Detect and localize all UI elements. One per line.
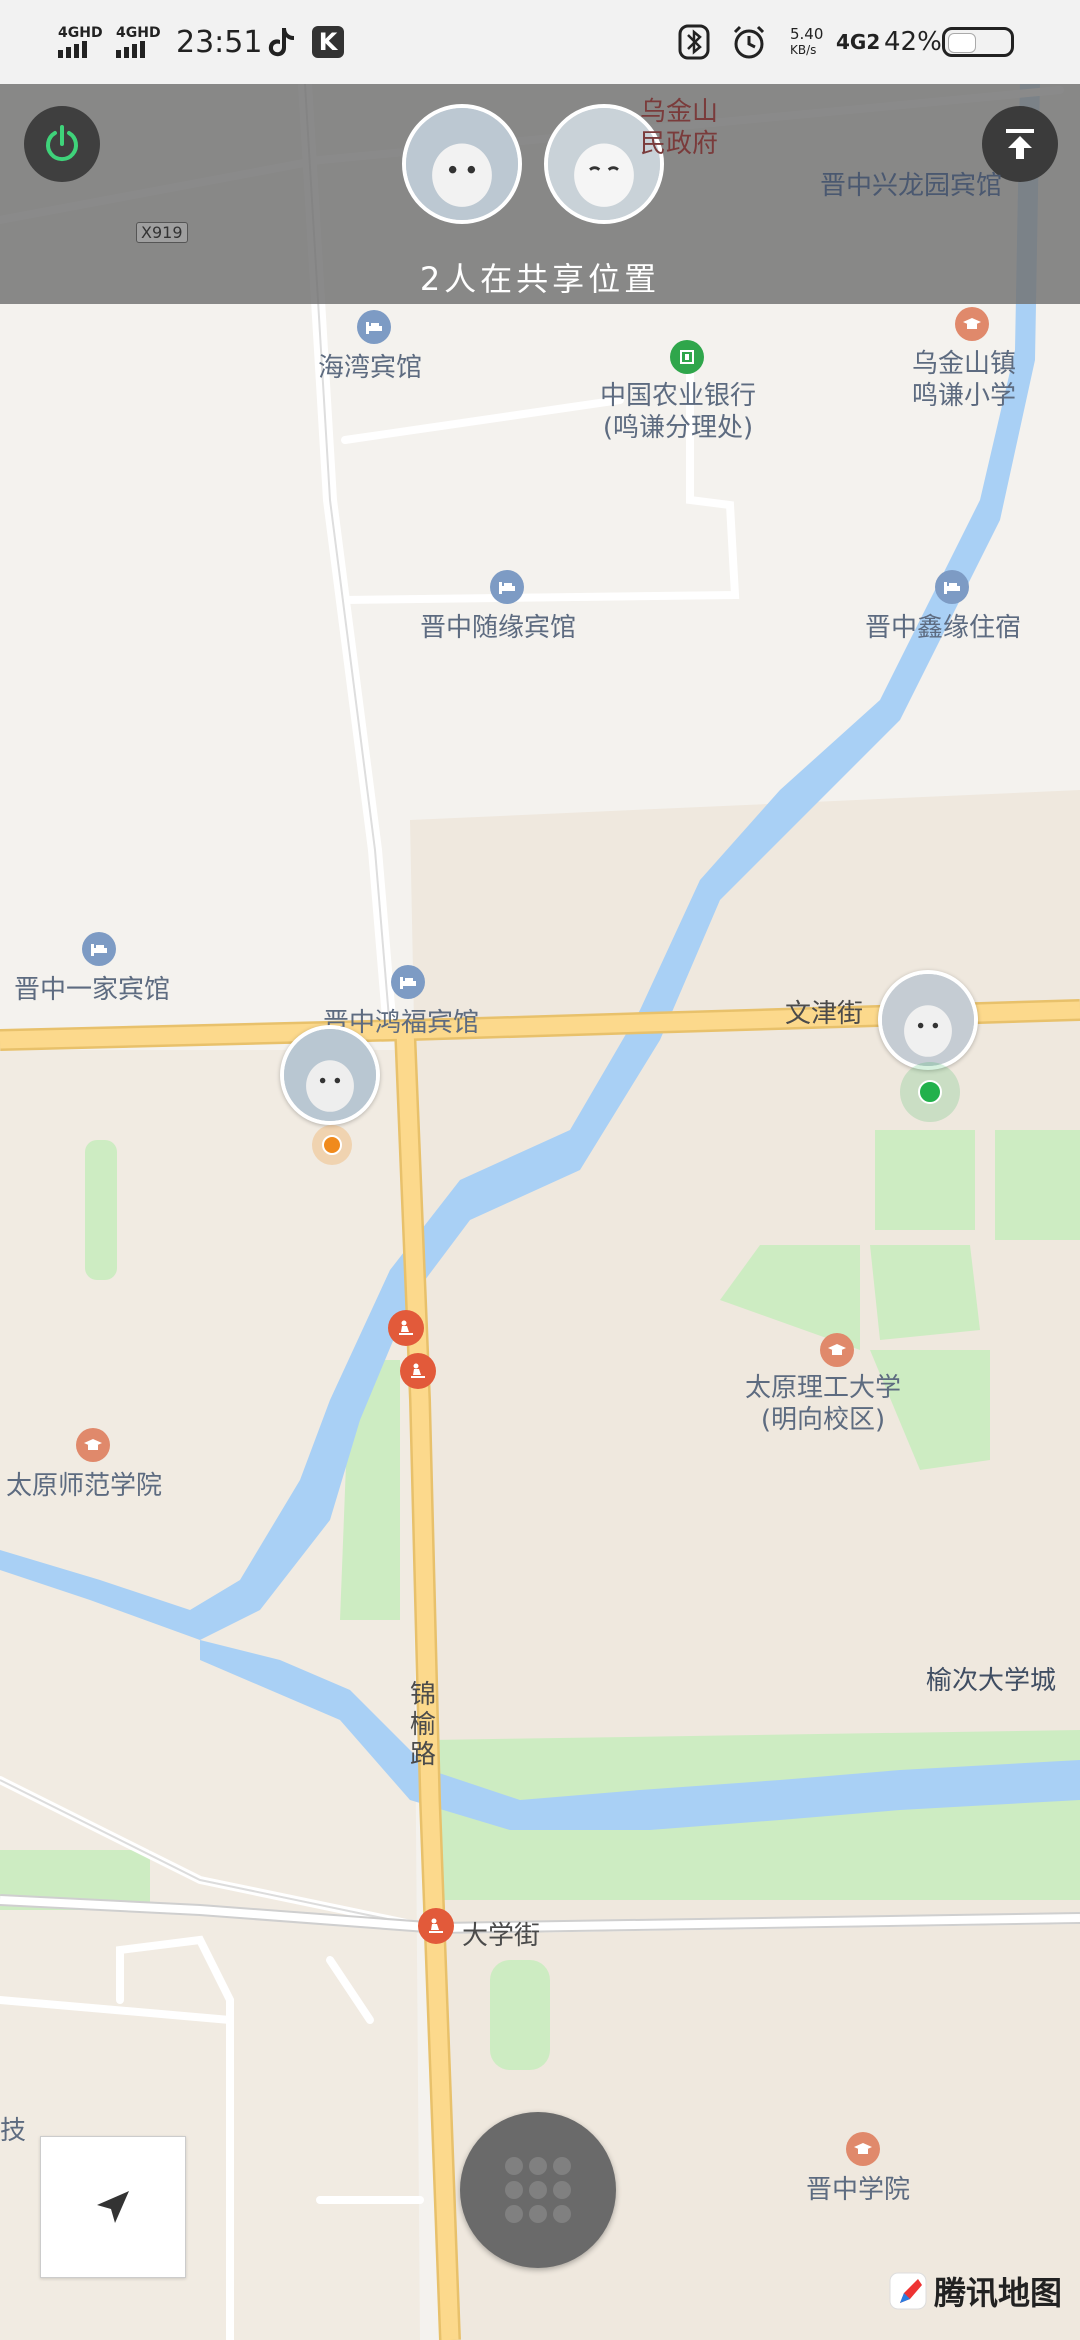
street-label-jinyu-3: 路 bbox=[410, 1740, 437, 1770]
school-icon bbox=[820, 1333, 854, 1367]
speed-unit: KB/s bbox=[790, 43, 817, 57]
participant-avatar-1[interactable] bbox=[402, 104, 522, 224]
signal-indicator-2: 4GHD bbox=[116, 0, 161, 84]
battery-percent: 42% bbox=[884, 27, 942, 57]
bluetooth-icon bbox=[676, 0, 712, 84]
map-label-mingqian-school: 鸣谦小学 bbox=[912, 381, 1017, 411]
menu-button[interactable] bbox=[460, 2112, 616, 2268]
signal-label: 4GHD bbox=[116, 25, 161, 41]
map-label-tyut[interactable]: 太原理工大学 (明向校区) bbox=[745, 1372, 901, 1436]
construction-icon bbox=[400, 1353, 436, 1389]
map-label-abc-bank[interactable]: 中国农业银行 (鸣谦分理处) bbox=[600, 380, 756, 444]
k-app-icon: K bbox=[312, 0, 344, 84]
grid-dots-icon bbox=[505, 2157, 571, 2223]
map-label-xinglong[interactable]: 晋中兴龙园宾馆 bbox=[820, 170, 1002, 202]
map-label-gov-line1: 乌金山 bbox=[640, 97, 719, 127]
hotel-icon bbox=[391, 965, 425, 999]
map-label-normal-university[interactable]: 太原师范学院 bbox=[6, 1470, 162, 1502]
area-label-yuci-city: 榆次大学城 bbox=[926, 1666, 1057, 1696]
brand-logo: 腾讯地图 bbox=[888, 2268, 1062, 2314]
map-label-abc-bank-branch: (鸣谦分理处) bbox=[602, 413, 754, 443]
my-location-button[interactable] bbox=[40, 2136, 186, 2278]
bank-icon bbox=[670, 340, 704, 374]
map-label-gov-partial: 乌金山 民政府 bbox=[640, 96, 718, 160]
network-type: 4G2 bbox=[836, 30, 881, 54]
street-label-daxue: 大学街 bbox=[462, 1921, 541, 1951]
map-label-tyut-campus: (明向校区) bbox=[760, 1405, 886, 1435]
map-label-yijia[interactable]: 晋中一家宾馆 bbox=[14, 974, 170, 1006]
map-label-wujinshan-school[interactable]: 乌金山镇 鸣谦小学 bbox=[912, 348, 1016, 412]
power-icon bbox=[46, 125, 78, 162]
signal-label: 4GHD bbox=[58, 25, 103, 41]
street-label-jinyu-2: 榆 bbox=[410, 1710, 437, 1740]
construction-icon bbox=[418, 1908, 454, 1944]
map-label-tyut-name: 太原理工大学 bbox=[745, 1373, 902, 1403]
map-label-abc-bank-name: 中国农业银行 bbox=[600, 381, 757, 411]
navigation-arrow-icon bbox=[97, 2191, 129, 2223]
avatar bbox=[878, 970, 978, 1070]
arrow-up-to-top-icon bbox=[1006, 129, 1034, 159]
school-icon bbox=[846, 2132, 880, 2166]
brand-name: 腾讯地图 bbox=[934, 2274, 1063, 2312]
battery-icon bbox=[942, 0, 1014, 84]
power-button[interactable] bbox=[24, 106, 100, 182]
signal-bars-icon bbox=[116, 40, 145, 58]
school-icon bbox=[955, 307, 989, 341]
map-label-suiyuan[interactable]: 晋中随缘宾馆 bbox=[420, 612, 576, 644]
alarm-icon bbox=[730, 0, 768, 84]
network-speed: 5.40 KB/s bbox=[790, 0, 823, 84]
map-label-haiwan[interactable]: 海湾宾馆 bbox=[318, 352, 422, 384]
hotel-icon bbox=[357, 310, 391, 344]
construction-icon bbox=[388, 1310, 424, 1346]
road-shield-x919: X919 bbox=[136, 222, 188, 243]
speed-value: 5.40 bbox=[790, 25, 824, 43]
street-label-wenjin: 文津街 bbox=[785, 999, 864, 1029]
hotel-icon bbox=[490, 570, 524, 604]
clock: 23:51 bbox=[176, 24, 263, 60]
hotel-icon bbox=[82, 932, 116, 966]
my-location-pin[interactable] bbox=[280, 1025, 384, 1175]
street-label-jinyu-1: 锦 bbox=[410, 1680, 437, 1710]
signal-indicator-1: 4GHD bbox=[58, 0, 103, 84]
friend-location-pin[interactable] bbox=[878, 970, 982, 1122]
street-label-jinyu: 锦 榆 路 bbox=[410, 1680, 436, 1770]
location-share-header: 2人在共享位置 乌金山 民政府 晋中兴龙园宾馆 X919 bbox=[0, 84, 1080, 304]
school-icon bbox=[76, 1428, 110, 1462]
map-label-wujinshan-town: 乌金山镇 bbox=[912, 349, 1017, 379]
map-label-gov-line2: 民政府 bbox=[640, 129, 719, 159]
map-label-partial: 技 bbox=[0, 2116, 27, 2146]
location-dot bbox=[322, 1135, 342, 1155]
tencent-map-logo-icon bbox=[889, 2272, 927, 2310]
avatar bbox=[280, 1025, 380, 1125]
location-dot bbox=[918, 1080, 942, 1104]
signal-bars-icon bbox=[58, 40, 87, 58]
map-label-jz-college[interactable]: 晋中学院 bbox=[806, 2174, 910, 2206]
share-count-text: 2人在共享位置 bbox=[419, 260, 661, 298]
tiktok-icon bbox=[266, 0, 296, 84]
map-label-xinyuan[interactable]: 晋中鑫缘住宿 bbox=[865, 612, 1021, 644]
status-bar: 4GHD 4GHD 23:51 K 5.40 KB/s 4G2 42% bbox=[0, 0, 1080, 84]
hotel-icon bbox=[935, 570, 969, 604]
